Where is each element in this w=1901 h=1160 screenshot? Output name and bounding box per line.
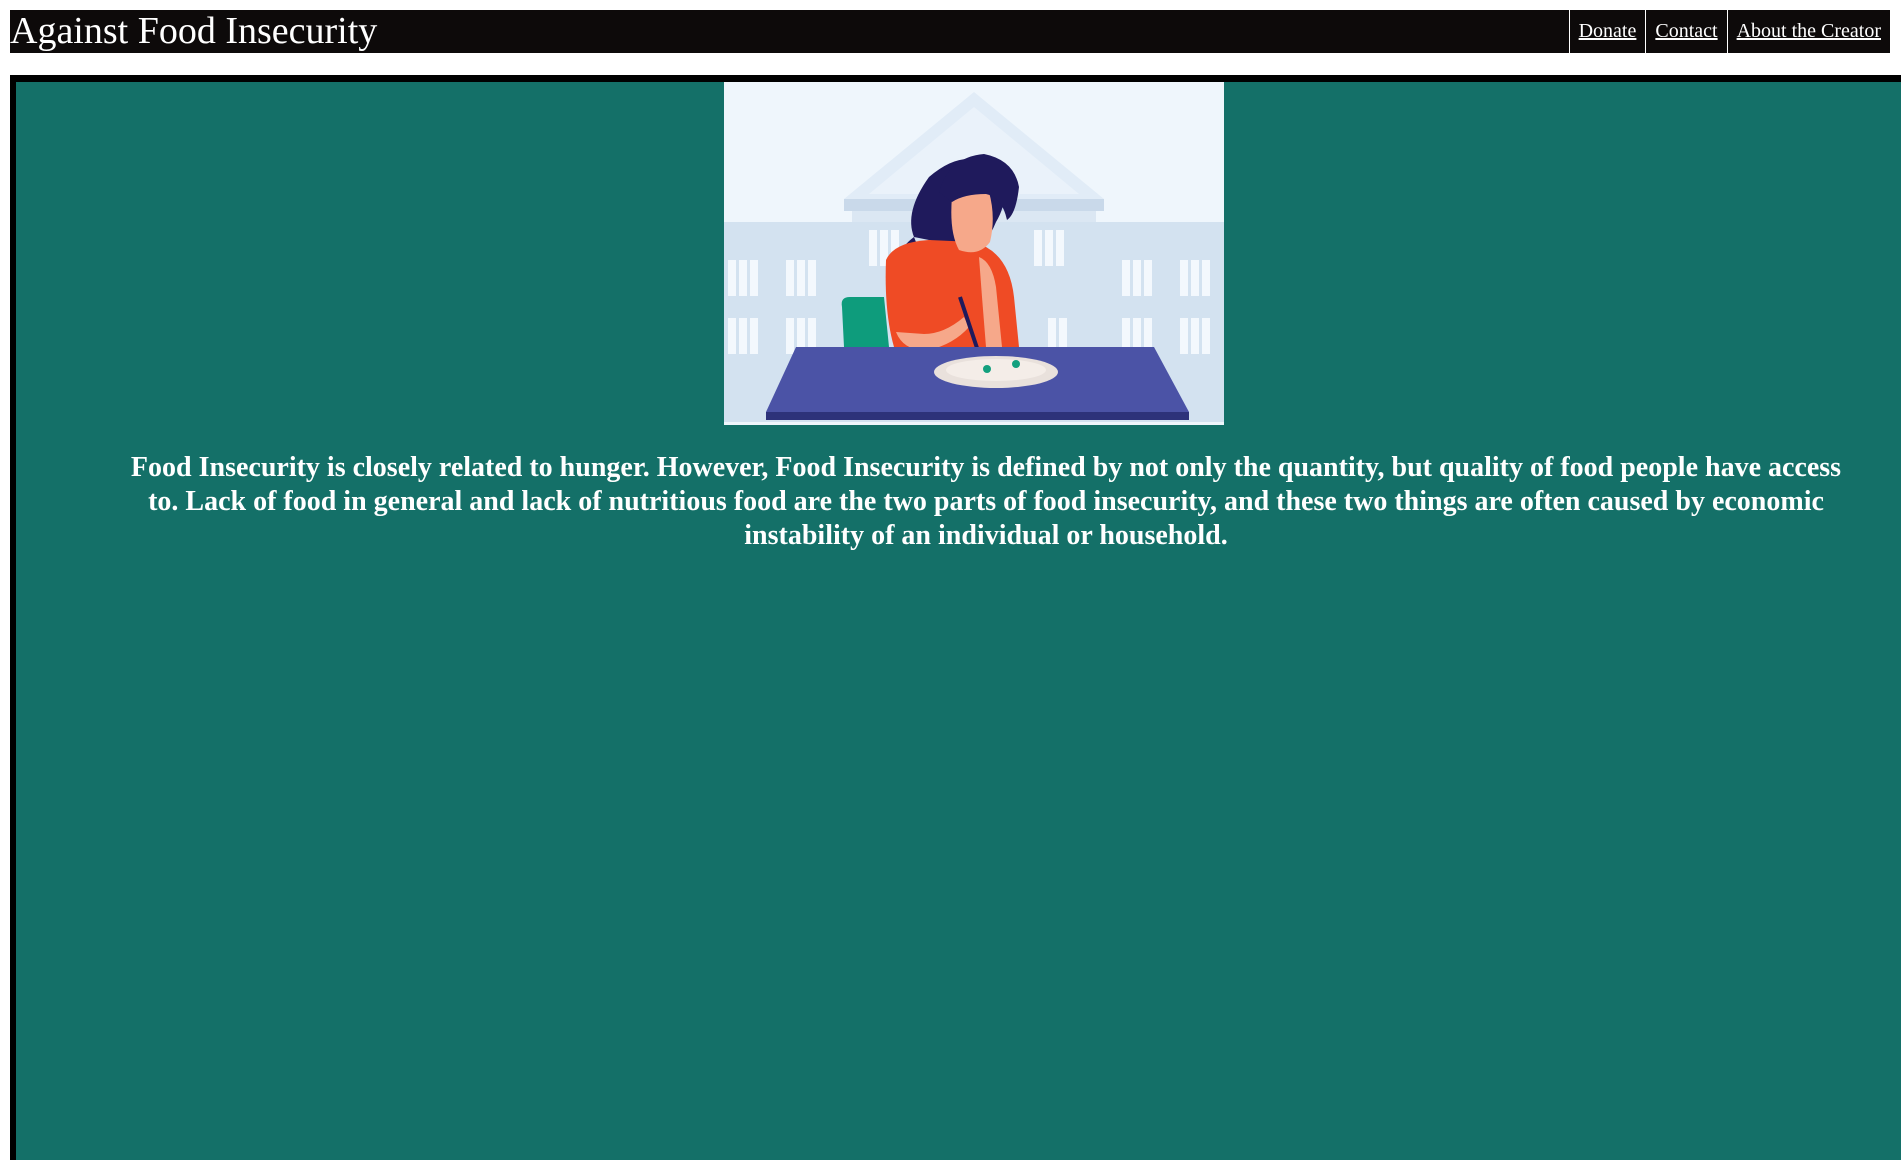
nav-link-contact[interactable]: Contact	[1645, 10, 1726, 53]
intro-paragraph: Food Insecurity is closely related to hu…	[130, 452, 1842, 551]
hero-illustration	[724, 82, 1224, 425]
nav-links: Donate Contact About the Creator	[1568, 10, 1890, 53]
nav-link-donate[interactable]: Donate	[1568, 10, 1646, 53]
woman-eating-alone-illustration	[724, 82, 1224, 425]
main-content: Food Insecurity is closely related to hu…	[10, 75, 1901, 1160]
top-nav-bar: Against Food Insecurity Donate Contact A…	[10, 10, 1890, 53]
nav-link-about-creator[interactable]: About the Creator	[1726, 10, 1890, 53]
site-title: Against Food Insecurity	[10, 10, 378, 52]
